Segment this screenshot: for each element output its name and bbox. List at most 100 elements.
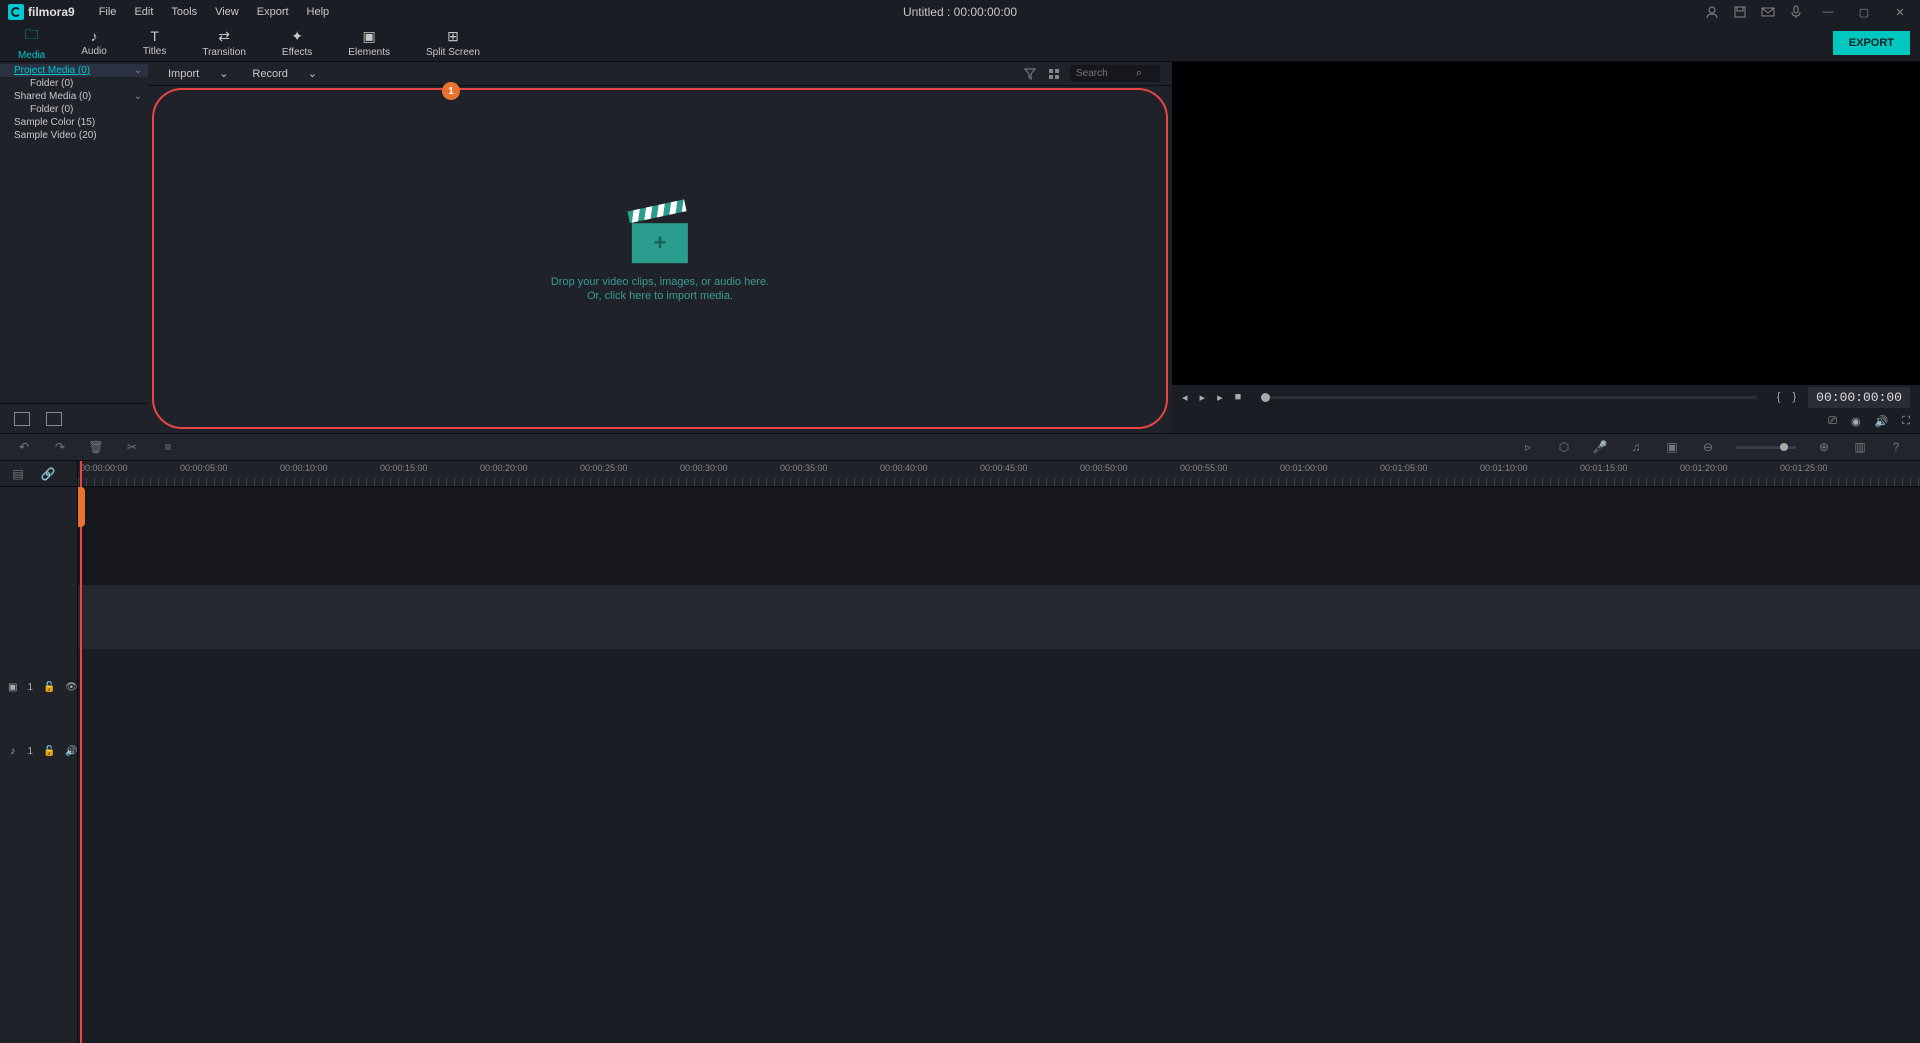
chevron-down-icon: ⌄ xyxy=(219,67,228,80)
add-folder-icon[interactable] xyxy=(14,412,30,426)
stop-button[interactable]: ■ xyxy=(1235,391,1242,403)
ruler-mark: 00:00:45:00 xyxy=(980,463,1028,473)
tab-elements[interactable]: ▣ Elements xyxy=(330,24,408,61)
playhead[interactable] xyxy=(80,461,82,1043)
tree-sample-color[interactable]: Sample Color (15) xyxy=(0,116,148,129)
chevron-down-icon[interactable]: ⌄ xyxy=(134,91,142,102)
maximize-button[interactable]: ▢ xyxy=(1852,2,1876,22)
tree-shared-media[interactable]: Shared Media (0) ⌄ xyxy=(0,90,148,103)
folder-icon[interactable] xyxy=(46,412,62,426)
undo-icon[interactable]: ↶ xyxy=(16,440,32,454)
ruler-mark: 00:00:30:00 xyxy=(680,463,728,473)
ruler-mark: 00:01:25:00 xyxy=(1780,463,1828,473)
crop-icon[interactable]: ▣ xyxy=(1664,440,1680,454)
project-title: Untitled : 00:00:00:00 xyxy=(903,5,1017,19)
manage-tracks-icon[interactable]: ▤ xyxy=(10,467,26,481)
delete-icon[interactable]: 🗑 xyxy=(88,440,104,454)
search-icon[interactable]: ⌕ xyxy=(1136,67,1142,80)
lock-icon[interactable]: 🔓 xyxy=(43,682,55,693)
audio-track-1[interactable] xyxy=(78,715,1920,775)
ruler-mark: 00:01:10:00 xyxy=(1480,463,1528,473)
mic-icon[interactable] xyxy=(1788,4,1804,20)
snapshot-icon[interactable]: ◉ xyxy=(1851,415,1861,428)
menu-tools[interactable]: Tools xyxy=(163,2,205,22)
link-icon[interactable]: 🔗 xyxy=(40,467,56,481)
timeline-ruler[interactable]: 00:00:00:0000:00:05:0000:00:10:0000:00:1… xyxy=(78,461,1920,487)
zoom-in-icon[interactable]: ⊕ xyxy=(1816,440,1832,454)
zoom-fit-icon[interactable]: ▥ xyxy=(1852,440,1868,454)
eye-icon[interactable]: 👁 xyxy=(65,682,77,693)
redo-icon[interactable]: ↷ xyxy=(52,440,68,454)
play-button[interactable]: ▸ xyxy=(1200,391,1206,404)
close-button[interactable]: ✕ xyxy=(1888,2,1912,22)
export-button[interactable]: EXPORT xyxy=(1833,31,1910,55)
fullscreen-icon[interactable]: ⛶ xyxy=(1902,415,1910,428)
menu-edit[interactable]: Edit xyxy=(126,2,161,22)
zoom-out-icon[interactable]: ⊖ xyxy=(1700,440,1716,454)
menu-view[interactable]: View xyxy=(207,2,247,22)
minimize-button[interactable]: — xyxy=(1816,2,1840,22)
tree-folder-1[interactable]: Folder (0) xyxy=(0,77,148,90)
audio-track-header[interactable]: ♪ 1 🔓 🔊 xyxy=(0,721,77,781)
edit-icon[interactable]: ≡ xyxy=(160,440,176,454)
tree-project-media[interactable]: Project Media (0) ⌄ xyxy=(0,64,148,77)
track-headers: ▤ 🔗 ▣ 1 🔓 👁 ♪ 1 🔓 🔊 xyxy=(0,461,78,1043)
element-icon: ▣ xyxy=(363,28,376,45)
voiceover-icon[interactable]: 🎤 xyxy=(1592,440,1608,454)
mark-out-icon[interactable]: } xyxy=(1792,391,1796,403)
menu-help[interactable]: Help xyxy=(299,2,338,22)
tab-audio[interactable]: ♪ Audio xyxy=(63,24,125,61)
menu-file[interactable]: File xyxy=(91,2,125,22)
grid-icon: ⊞ xyxy=(447,28,459,45)
preview-viewport[interactable] xyxy=(1172,62,1920,385)
search-box[interactable]: ⌕ xyxy=(1070,65,1160,82)
next-frame-button[interactable]: ▸ xyxy=(1217,391,1223,404)
video-track-header[interactable]: ▣ 1 🔓 👁 xyxy=(0,657,77,717)
preview-controls: ◂ ▸ ▸ ■ { } 00:00:00:00 xyxy=(1172,385,1920,409)
import-dropdown[interactable]: Import ⌄ xyxy=(160,65,236,82)
video-track-1[interactable] xyxy=(78,655,1920,715)
media-drop-zone[interactable]: 1 + Drop your video clips, images, or au… xyxy=(148,86,1172,433)
audio-mixer-icon[interactable]: ♫ xyxy=(1628,440,1644,454)
timeline-tracks[interactable]: 00:00:00:0000:00:05:0000:00:10:0000:00:1… xyxy=(78,461,1920,1043)
video-track-icon: ▣ xyxy=(8,682,17,693)
filter-icon[interactable] xyxy=(1022,66,1038,82)
preview-bottom-tools: ⎚ ◉ 🔊 ⛶ xyxy=(1172,409,1920,433)
save-icon[interactable] xyxy=(1732,4,1748,20)
account-icon[interactable] xyxy=(1704,4,1720,20)
render-icon[interactable]: ▹ xyxy=(1520,440,1536,454)
ruler-mark: 00:00:55:00 xyxy=(1180,463,1228,473)
menu-bar: File Edit Tools View Export Help xyxy=(91,2,337,22)
chevron-down-icon[interactable]: ⌄ xyxy=(134,65,142,76)
tree-sample-video[interactable]: Sample Video (20) xyxy=(0,129,148,142)
track-gap-1 xyxy=(78,585,1920,649)
search-input[interactable] xyxy=(1076,68,1136,79)
tab-titles[interactable]: T Titles xyxy=(125,24,185,61)
title-bar: filmora9 File Edit Tools View Export Hel… xyxy=(0,0,1920,24)
message-icon[interactable] xyxy=(1760,4,1776,20)
zoom-slider[interactable] xyxy=(1736,446,1796,449)
tree-folder-2[interactable]: Folder (0) xyxy=(0,103,148,116)
help-icon[interactable]: ? xyxy=(1888,440,1904,454)
lock-icon[interactable]: 🔓 xyxy=(43,746,55,757)
menu-export[interactable]: Export xyxy=(249,2,297,22)
title-right-icons: — ▢ ✕ xyxy=(1704,2,1912,22)
mark-in-icon[interactable]: { xyxy=(1777,391,1781,403)
marker-icon[interactable]: ⬡ xyxy=(1556,440,1572,454)
quality-icon[interactable]: ⎚ xyxy=(1828,415,1837,428)
tab-transition[interactable]: ⇄ Transition xyxy=(184,24,264,61)
grid-view-icon[interactable] xyxy=(1046,66,1062,82)
main-area: Project Media (0) ⌄ Folder (0) Shared Me… xyxy=(0,62,1920,433)
prev-frame-button[interactable]: ◂ xyxy=(1182,391,1188,404)
sparkle-icon: ✦ xyxy=(291,28,303,45)
tab-effects[interactable]: ✦ Effects xyxy=(264,24,330,61)
mute-icon[interactable]: 🔊 xyxy=(65,746,77,757)
ruler-mark: 00:00:35:00 xyxy=(780,463,828,473)
record-dropdown[interactable]: Record ⌄ xyxy=(244,65,325,82)
tab-media[interactable]: 🗀 Media xyxy=(0,24,63,61)
split-icon[interactable]: ✂ xyxy=(124,440,140,454)
preview-scrubber[interactable] xyxy=(1261,396,1757,399)
app-logo: filmora9 xyxy=(8,4,75,20)
volume-icon[interactable]: 🔊 xyxy=(1875,415,1889,428)
tab-split-screen[interactable]: ⊞ Split Screen xyxy=(408,24,498,61)
